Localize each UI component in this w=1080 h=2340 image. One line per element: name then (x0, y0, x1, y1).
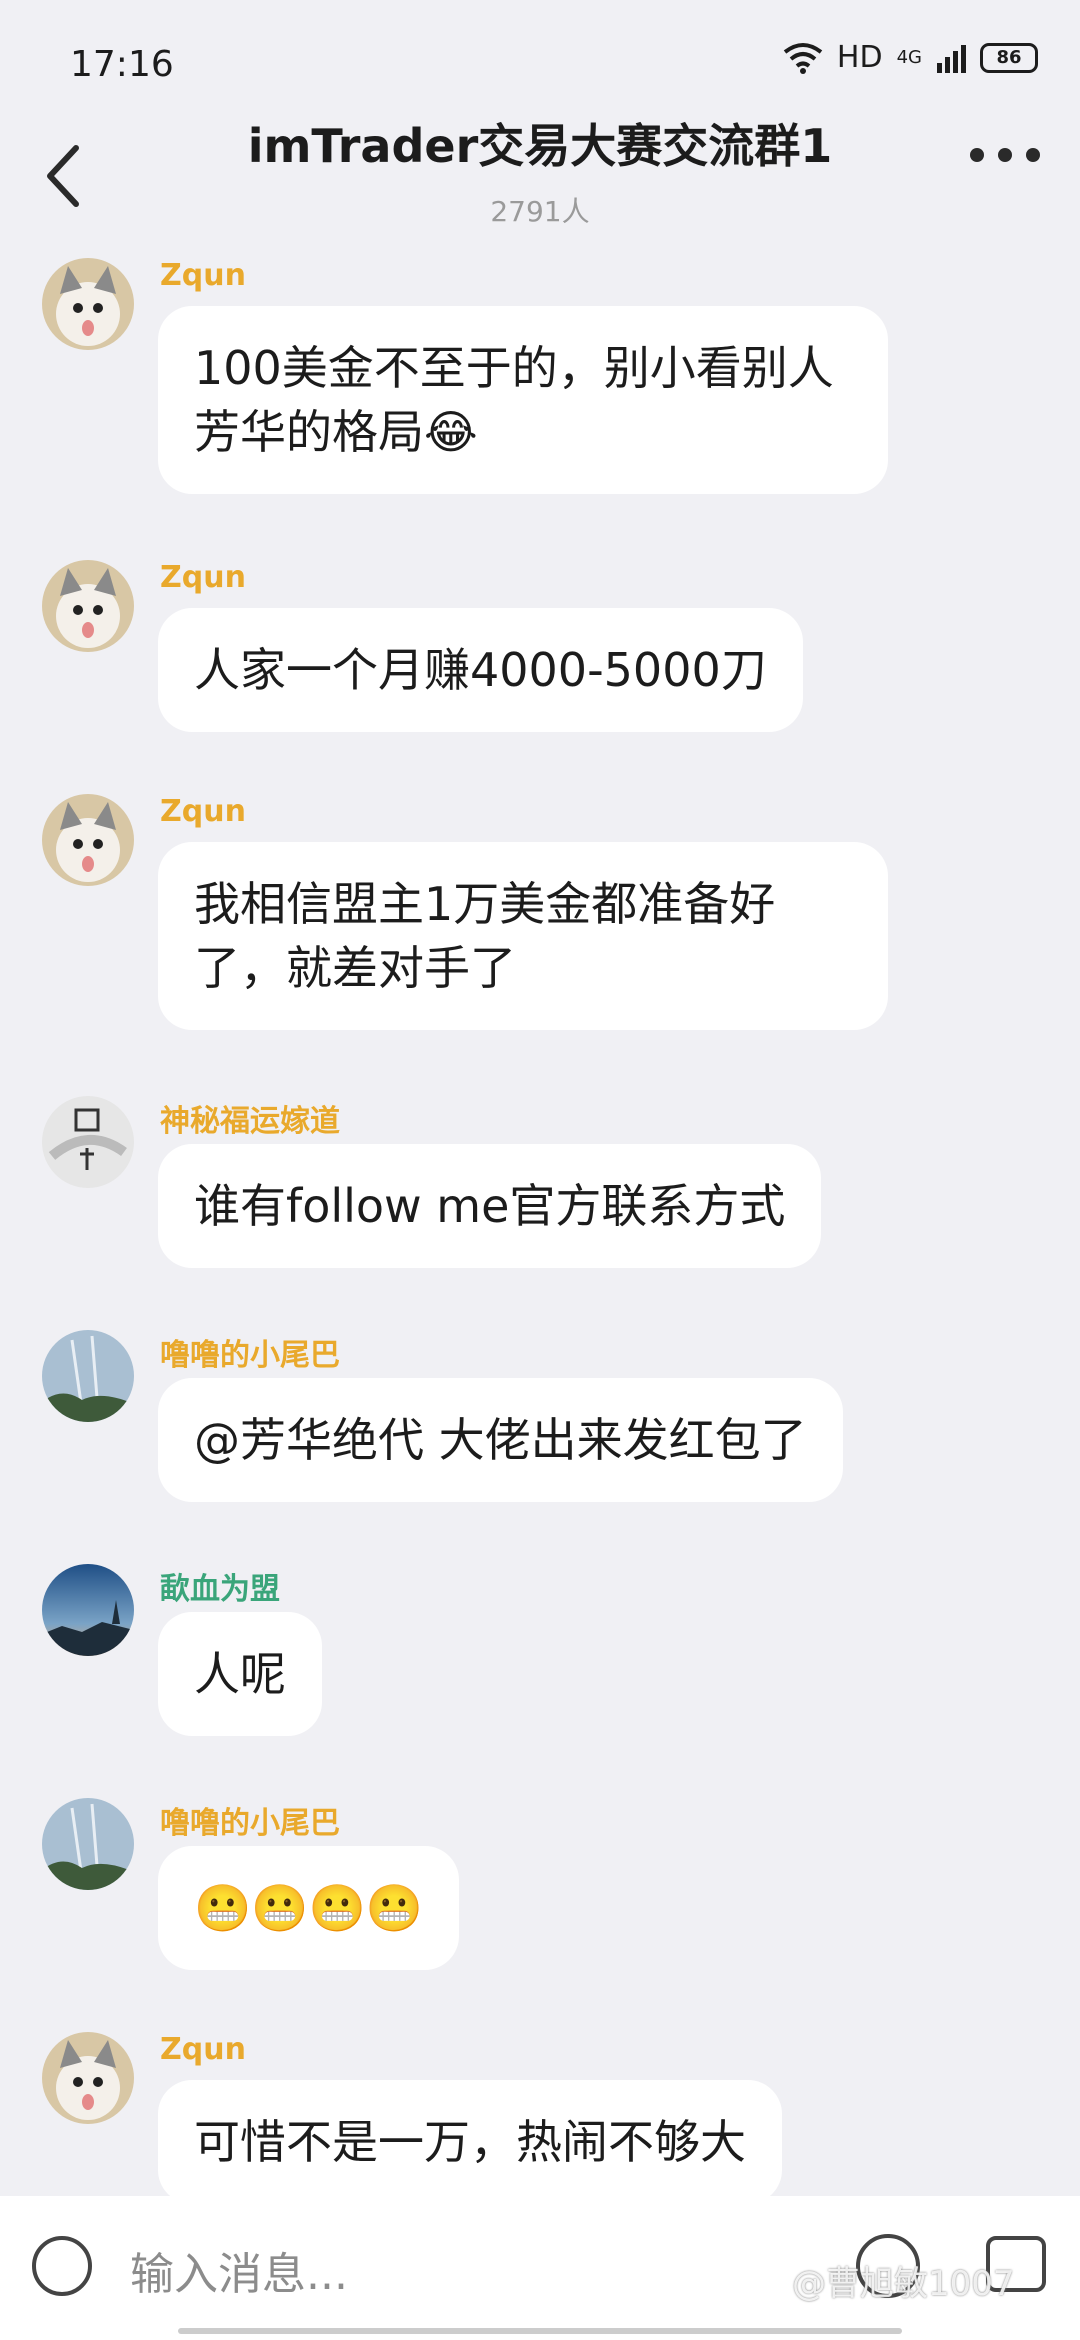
status-icons: HD 4G 86 (783, 40, 1038, 75)
wifi-icon (783, 42, 823, 74)
member-count: 2791人 (490, 195, 590, 228)
avatar-cat[interactable] (42, 258, 134, 350)
sender-name: 噜噜的小尾巴 (160, 1806, 340, 1841)
status-time: 17:16 (70, 44, 174, 85)
network-type: HD (836, 40, 883, 75)
message-input[interactable]: 输入消息... (130, 2238, 348, 2302)
sender-name: Zqun (160, 258, 246, 293)
message-bubble[interactable]: 谁有follow me官方联系方式 (158, 1144, 822, 1268)
sender-name: 噜噜的小尾巴 (160, 1338, 340, 1373)
message-bubble[interactable]: @芳华绝代 大佬出来发红包了 (158, 1378, 843, 1502)
avatar-cat[interactable] (42, 2032, 134, 2124)
avatar-calligraphy[interactable] (42, 1096, 134, 1188)
message-bubble[interactable]: 可惜不是一万，热闹不够大 (158, 2080, 782, 2204)
sender-name: Zqun (160, 794, 246, 829)
avatar-landscape[interactable] (42, 1798, 134, 1890)
more-options-icon[interactable] (970, 148, 1040, 162)
message-bubble[interactable]: 😬😬😬😬 (158, 1846, 460, 1970)
signal-type: 4G (896, 47, 922, 68)
page-title: imTrader交易大赛交流群1 (247, 119, 833, 173)
sender-name: Zqun (160, 2032, 246, 2067)
watermark: @曹旭敏1007 (792, 2264, 1015, 2304)
status-bar: 17:16 HD 4G 86 (0, 0, 1080, 120)
avatar-cat[interactable] (42, 794, 134, 886)
avatar-cat[interactable] (42, 560, 134, 652)
input-bar: 输入消息... @曹旭敏1007 (0, 2196, 1080, 2340)
sender-name: 歃血为盟 (160, 1572, 280, 1607)
message-bubble[interactable]: 人家一个月赚4000-5000刀 (158, 608, 803, 732)
message-bubble[interactable]: 我相信盟主1万美金都准备好了，就差对手了 (158, 842, 888, 1030)
home-indicator (178, 2328, 902, 2334)
sender-name: 神秘福运嫁道 (160, 1104, 340, 1139)
message-bubble[interactable]: 人呢 (158, 1612, 322, 1736)
signal-icon (937, 44, 966, 73)
battery-level: 86 (996, 47, 1022, 68)
avatar-sunset[interactable] (42, 1564, 134, 1656)
chat-header: imTrader交易大赛交流群1 2791人 (0, 110, 1080, 240)
battery-icon: 86 (980, 42, 1038, 73)
sender-name: Zqun (160, 560, 246, 595)
message-bubble[interactable]: 100美金不至于的，别小看别人芳华的格局😂 (158, 306, 888, 494)
avatar-landscape[interactable] (42, 1330, 134, 1422)
voice-input-icon[interactable] (32, 2236, 92, 2296)
